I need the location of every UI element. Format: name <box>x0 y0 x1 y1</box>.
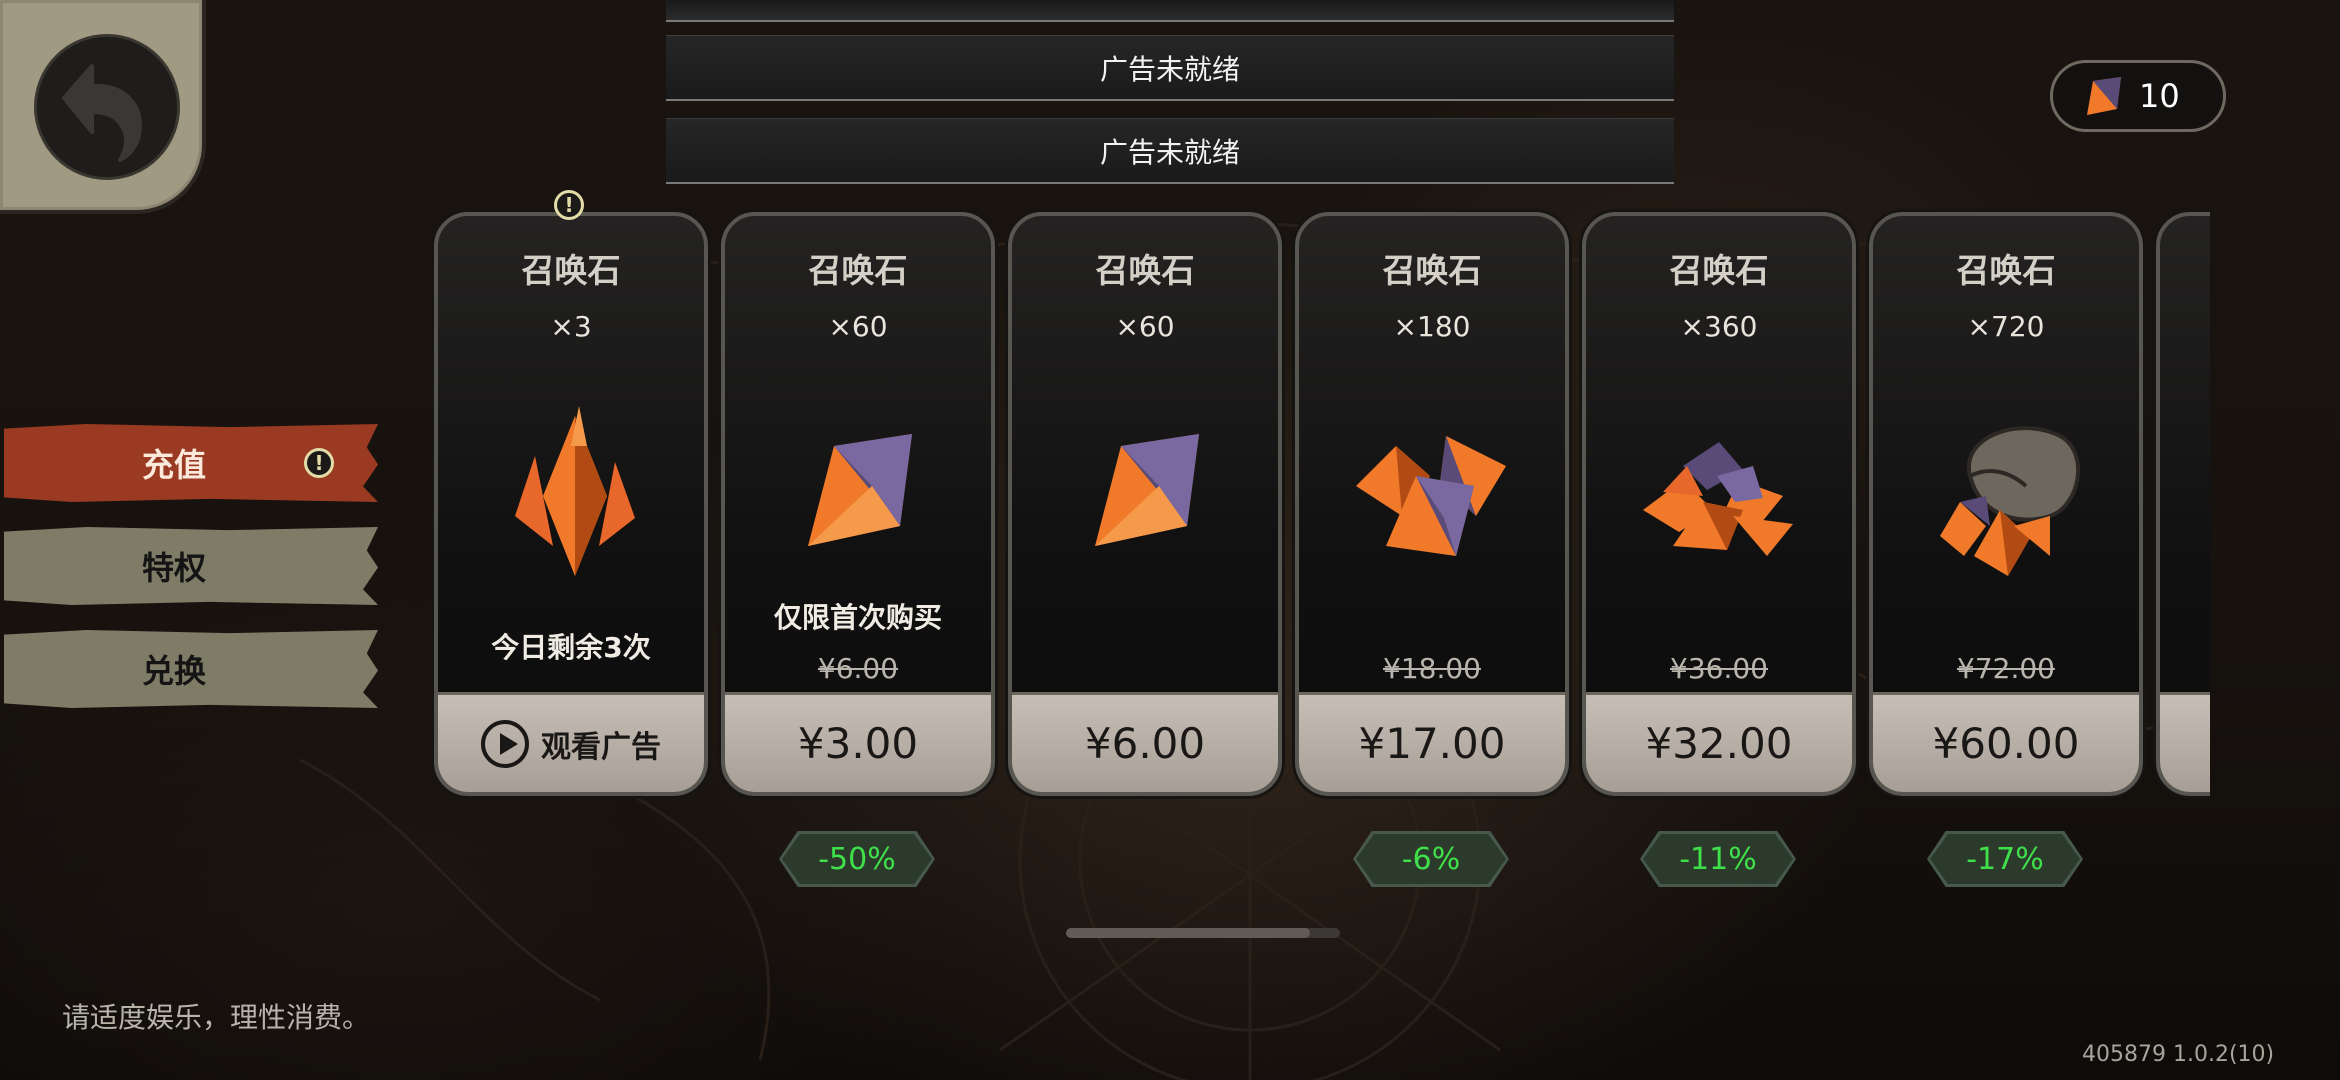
discount-badge: -11% <box>1643 834 1793 884</box>
watch-ad-label: 观看广告 <box>541 729 661 765</box>
buy-button-partial[interactable] <box>2160 692 2210 792</box>
tab-privilege[interactable]: 特权 <box>4 527 378 605</box>
original-price: ¥18.00 <box>1383 652 1481 685</box>
ad-banner-partial <box>666 0 1674 22</box>
crystal-shard-icon <box>515 406 635 576</box>
tab-recharge[interactable]: 充值 ! <box>4 424 378 502</box>
shop-card[interactable]: 召唤石 ×60 ¥6.00 <box>1008 212 1282 796</box>
tab-label: 兑换 <box>141 652 206 690</box>
shop-card[interactable]: 召唤石 ×60 仅限首次购买 ¥6.00 ¥3.00 <box>721 212 995 796</box>
buy-button[interactable]: ¥17.00 <box>1299 692 1565 792</box>
play-icon <box>481 719 529 768</box>
buy-button[interactable]: ¥6.00 <box>1012 692 1278 792</box>
buy-button[interactable]: ¥60.00 <box>1873 692 2139 792</box>
original-price: ¥72.00 <box>1957 652 2055 685</box>
remaining-count: 今日剩余3次 <box>491 631 651 664</box>
first-purchase-note: 仅限首次购买 <box>773 601 942 634</box>
shop-card[interactable]: 召唤石 ×720 ¥72.00 ¥60.00 <box>1869 212 2143 796</box>
shop-card[interactable]: 召唤石 ×360 ¥36.00 ¥32.00 <box>1582 212 1856 796</box>
discount-badge: -50% <box>782 834 932 884</box>
scrollbar-thumb[interactable] <box>1066 928 1310 938</box>
item-title: 召唤石 <box>521 251 621 290</box>
back-button[interactable] <box>0 0 206 214</box>
summon-stone-icon <box>808 434 912 546</box>
back-arrow-icon <box>62 64 142 162</box>
buy-button[interactable]: ¥32.00 <box>1586 692 1852 792</box>
item-quantity: ×60 <box>1115 310 1175 343</box>
shop-card[interactable]: 召唤石 ×180 ¥18.00 ¥17.00 <box>1295 212 1569 796</box>
responsible-gaming-note: 请适度娱乐，理性消费。 <box>62 1001 371 1034</box>
shop-card-ad[interactable]: 召唤石 ×3 今日剩余3次 观看广告 <box>434 212 708 796</box>
summon-stone-heap-icon <box>1643 442 1793 556</box>
summon-stone-pile-icon <box>1356 436 1506 556</box>
original-price: ¥6.00 <box>817 652 899 685</box>
alert-icon: ! <box>554 190 584 220</box>
item-quantity: ×180 <box>1393 310 1471 343</box>
buy-button[interactable]: ¥3.00 <box>725 692 991 792</box>
item-title: 召唤石 <box>1095 251 1195 290</box>
tab-exchange[interactable]: 兑换 <box>4 630 378 708</box>
item-title: 召唤石 <box>1956 251 2056 290</box>
summon-stone-bag-icon <box>1940 426 2080 576</box>
original-price: ¥36.00 <box>1670 652 1768 685</box>
item-title: 召唤石 <box>1669 251 1769 290</box>
summon-stone-icon <box>1095 434 1199 546</box>
shop-card-partial[interactable] <box>2156 212 2210 796</box>
discount-badge: -17% <box>1930 834 2080 884</box>
currency-amount: 10 <box>2139 77 2180 115</box>
watch-ad-button[interactable]: 观看广告 <box>438 692 704 792</box>
discount-badge: -6% <box>1356 834 1506 884</box>
summon-stone-icon <box>2087 77 2121 115</box>
tab-label: 充值 <box>141 446 206 484</box>
item-quantity: ×360 <box>1680 310 1758 343</box>
item-title: 召唤石 <box>1382 251 1482 290</box>
version-label: 405879 1.0.2(10) <box>2082 1042 2275 1067</box>
item-quantity: ×720 <box>1967 310 2045 343</box>
item-quantity: ×60 <box>828 310 888 343</box>
currency-display: 10 <box>2050 60 2226 132</box>
ad-banner[interactable]: 广告未就绪 <box>666 118 1674 184</box>
item-quantity: ×3 <box>550 310 592 343</box>
ad-banner[interactable]: 广告未就绪 <box>666 35 1674 101</box>
alert-icon: ! <box>304 448 334 478</box>
item-title: 召唤石 <box>808 251 908 290</box>
tab-label: 特权 <box>141 549 206 587</box>
shop-items: 召唤石 ×3 今日剩余3次 观看广告 召唤石 ×60 仅限首次购买 ¥6.00 … <box>430 200 2210 810</box>
